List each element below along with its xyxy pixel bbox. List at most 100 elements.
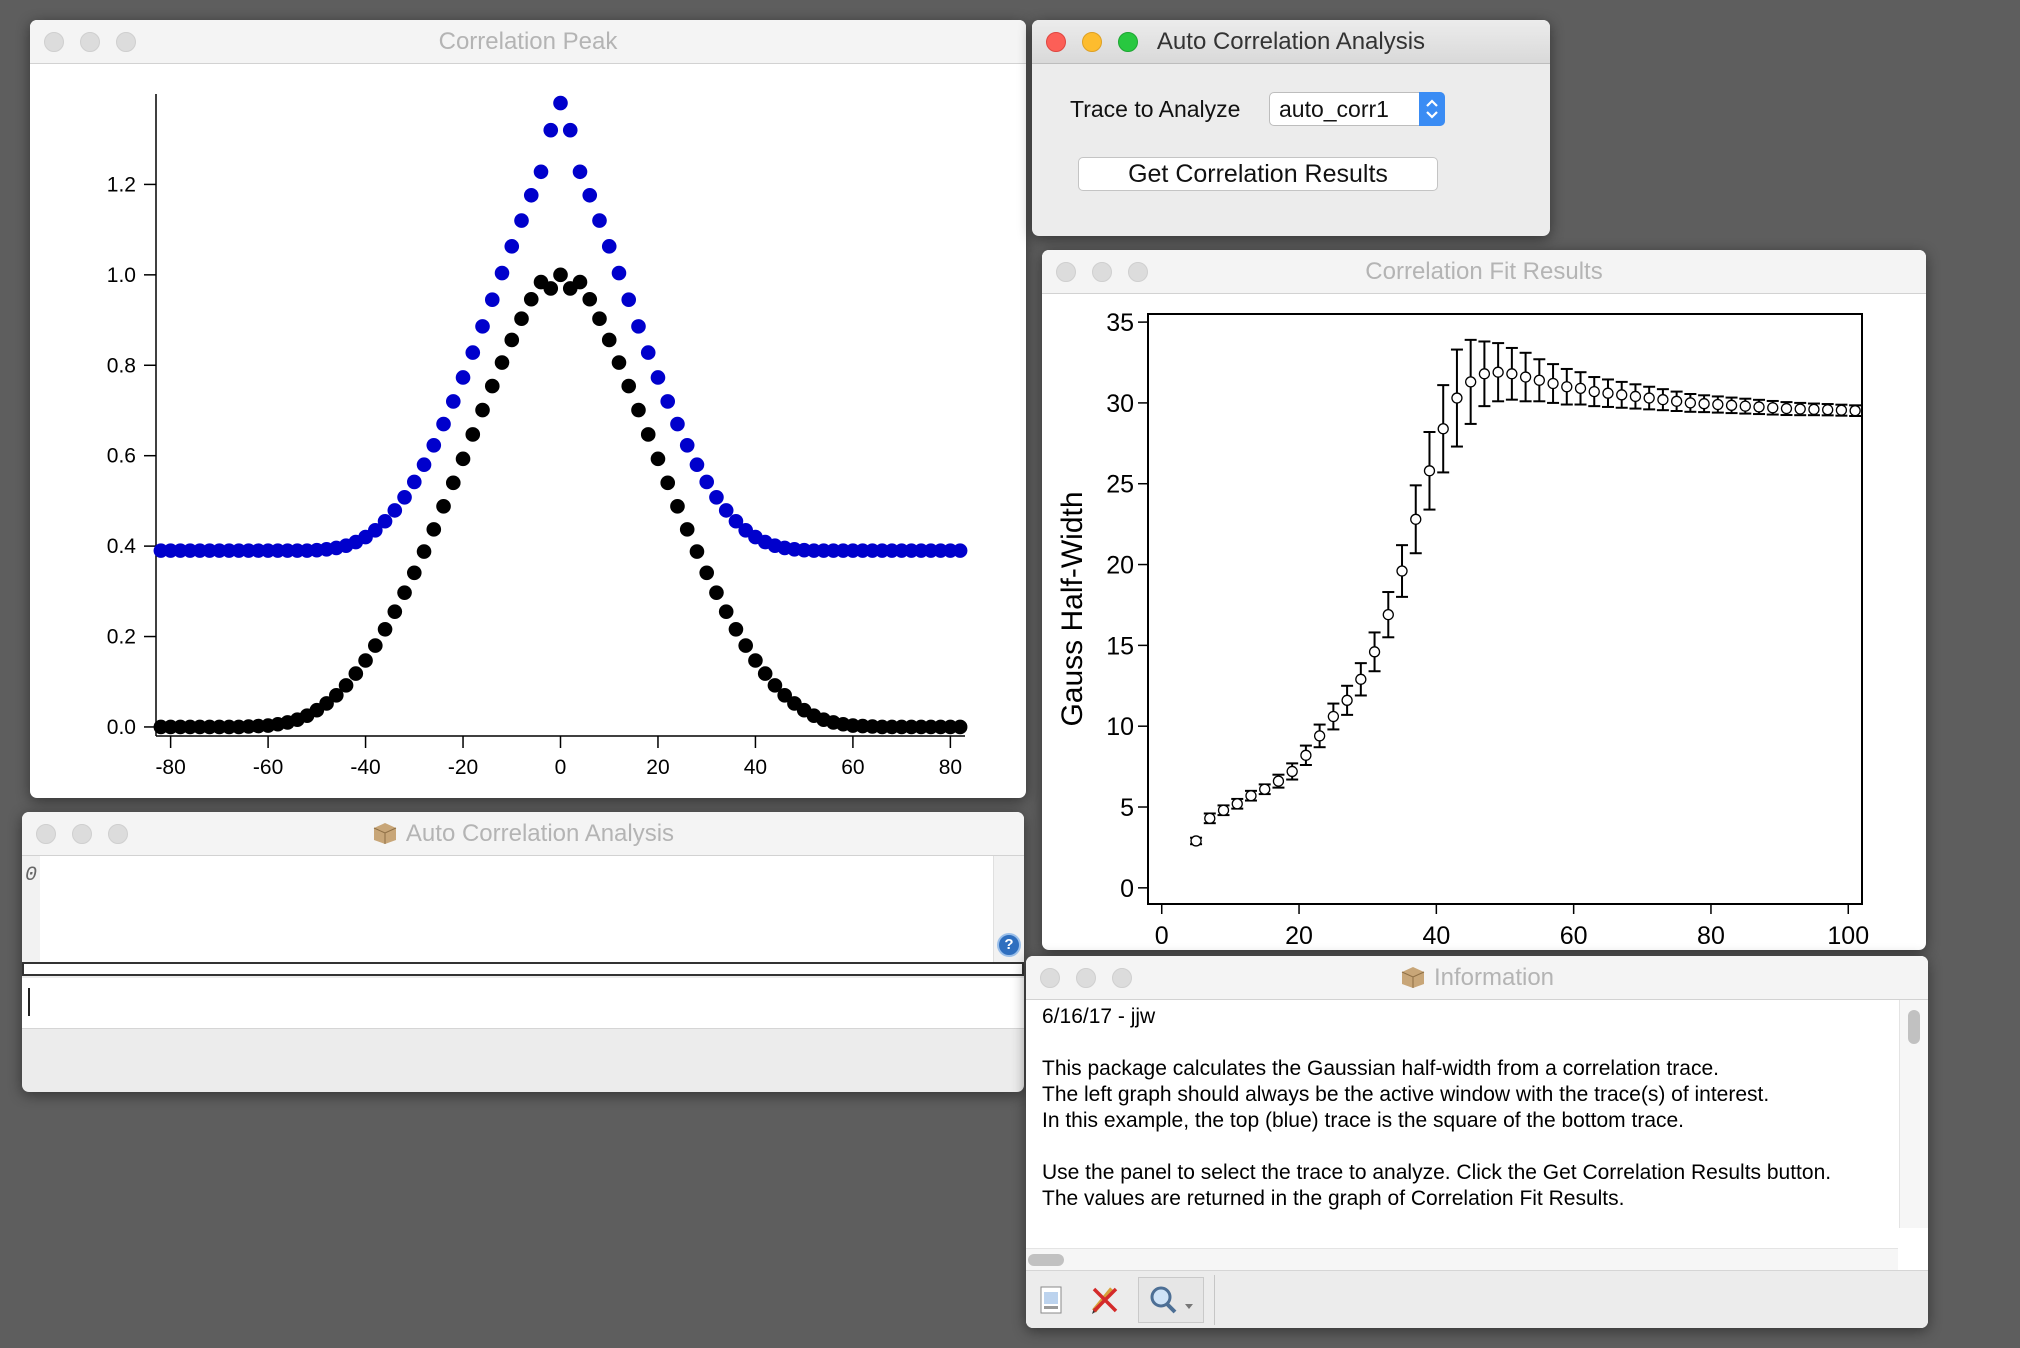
black-trace-point xyxy=(368,638,383,653)
fit-point xyxy=(1725,399,1738,411)
black-trace-point xyxy=(640,427,656,442)
x-tick-label: -80 xyxy=(155,756,185,779)
x-tick-label: 80 xyxy=(1697,922,1725,950)
fit-point xyxy=(1451,392,1463,404)
fit-point xyxy=(1231,798,1243,810)
information-window[interactable]: Information 6/16/17 - jjw This package c… xyxy=(1026,956,1928,1328)
help-icon[interactable]: ? xyxy=(997,933,1021,957)
blue-trace-point xyxy=(445,394,461,409)
blue-trace-point xyxy=(465,345,481,360)
x-tick-label: 60 xyxy=(1560,922,1588,950)
fit-point xyxy=(1410,513,1422,525)
information-titlebar[interactable]: Information xyxy=(1026,956,1928,1000)
black-trace-point xyxy=(601,332,617,348)
y-tick-label: 1.2 xyxy=(107,173,136,196)
black-trace-point xyxy=(582,291,598,307)
black-trace-point xyxy=(445,475,461,491)
vertical-scrollbar[interactable] xyxy=(1899,1000,1928,1228)
y-tick-label: 25 xyxy=(1106,471,1134,499)
fit-point xyxy=(1341,694,1353,706)
blue-trace-point xyxy=(670,416,685,432)
y-tick-label: 0.0 xyxy=(107,716,136,739)
correlation-peak-window[interactable]: Correlation Peak 0.0 0.2 0.4 0.6 0.8 1.0 1.2 -8… xyxy=(30,20,1026,798)
window-title-row: Auto Correlation Analysis xyxy=(22,812,1024,856)
fit-results-chart[interactable]: 05101520253035020406080100Points in FitG… xyxy=(1042,294,1926,950)
fit-results-window[interactable]: Correlation Fit Results 0 5 10 15 20 25 30 35 0 2… xyxy=(1042,250,1926,950)
y-tick-label: 15 xyxy=(1106,632,1134,660)
fit-point xyxy=(1478,368,1491,380)
fit-point xyxy=(1423,465,1436,477)
fit-point xyxy=(1437,423,1449,435)
y-tick-label: 0.6 xyxy=(107,445,136,468)
command-window-titlebar[interactable]: Auto Correlation Analysis xyxy=(22,812,1024,856)
fit-point xyxy=(1808,403,1820,416)
y-axis-label: Gauss Half-Width xyxy=(1056,491,1089,726)
blue-trace-point xyxy=(455,370,471,385)
plot-frame xyxy=(1147,313,1863,905)
trace-label: Trace to Analyze xyxy=(1070,96,1241,122)
horizontal-scrollbar[interactable] xyxy=(1026,1248,1898,1271)
x-tick-label: 100 xyxy=(1827,922,1869,950)
history-area[interactable]: 0 ? xyxy=(22,856,1024,962)
notebook-text[interactable]: 6/16/17 - jjw This package calculates th… xyxy=(1042,1004,1882,1212)
fit-point xyxy=(1396,565,1408,577)
command-input[interactable] xyxy=(22,978,1024,1029)
edit-pencil-icon[interactable] xyxy=(1088,1283,1122,1317)
fit-point xyxy=(1643,392,1655,404)
vertical-scroll-thumb[interactable] xyxy=(1908,1010,1920,1044)
blue-trace-point xyxy=(562,122,578,138)
fit-point xyxy=(1602,387,1614,399)
correlation-peak-chart[interactable]: 0.0 0.2 0.4 0.6 0.8 1.0 1.2 -80 -60 -40 -20 0 20 40 60… xyxy=(30,64,1026,798)
splitter-bar[interactable] xyxy=(22,962,1024,976)
black-trace-point xyxy=(611,355,627,370)
y-tick-label: 10 xyxy=(1106,713,1134,741)
blue-trace-point xyxy=(689,457,705,473)
black-trace-point xyxy=(709,585,724,600)
notebook-toolbar xyxy=(1026,1270,1928,1328)
package-icon xyxy=(1401,967,1425,988)
black-trace-point xyxy=(514,311,529,326)
analysis-panel-window[interactable]: Auto Correlation Analysis Trace to Analy… xyxy=(1032,20,1550,236)
blue-trace-point xyxy=(514,213,529,228)
search-button[interactable] xyxy=(1138,1277,1204,1323)
y-tick-label: 30 xyxy=(1106,390,1134,418)
fit-results-titlebar[interactable]: Correlation Fit Results xyxy=(1042,250,1926,294)
black-trace-point xyxy=(348,666,364,681)
correlation-peak-titlebar[interactable]: Correlation Peak xyxy=(30,20,1026,64)
fit-point xyxy=(1547,377,1559,390)
blue-trace-point xyxy=(406,474,422,490)
blue-trace-point xyxy=(436,416,451,432)
blue-trace-point xyxy=(543,122,559,138)
horizontal-scroll-thumb[interactable] xyxy=(1028,1254,1064,1266)
analysis-panel-titlebar[interactable]: Auto Correlation Analysis xyxy=(1032,20,1550,64)
fit-point xyxy=(1327,710,1340,723)
fit-point xyxy=(1272,775,1285,787)
get-correlation-results-button[interactable]: Get Correlation Results xyxy=(1078,157,1438,191)
black-trace-point xyxy=(689,544,705,559)
window-title-row: Information xyxy=(1026,956,1928,1000)
command-window[interactable]: Auto Correlation Analysis 0 ? xyxy=(22,812,1024,1092)
fit-point xyxy=(1753,401,1765,413)
black-trace-point xyxy=(426,522,442,537)
fit-point xyxy=(1616,389,1628,401)
fit-point xyxy=(1835,404,1848,416)
black-trace-point xyxy=(504,332,520,348)
window-title: Auto Correlation Analysis xyxy=(1156,28,1426,55)
fit-point xyxy=(1465,376,1477,388)
fit-point xyxy=(1506,368,1518,380)
y-tick-label: 20 xyxy=(1106,552,1134,580)
fit-point xyxy=(1300,749,1312,761)
blue-trace-point xyxy=(679,437,695,453)
blue-trace-point xyxy=(426,437,442,453)
blue-trace-point xyxy=(631,319,646,334)
page-setup-icon[interactable] xyxy=(1038,1285,1064,1315)
black-trace-point xyxy=(475,402,490,418)
blue-trace-point xyxy=(416,457,432,473)
black-trace-point xyxy=(631,402,646,418)
fit-point xyxy=(1767,402,1779,414)
trace-select[interactable]: auto_corr1 xyxy=(1269,92,1445,126)
black-trace-point xyxy=(358,653,373,668)
history-line: 0 xyxy=(25,864,38,887)
window-title: Auto Correlation Analysis xyxy=(405,820,675,847)
y-tick-label: 0 xyxy=(1120,875,1134,903)
